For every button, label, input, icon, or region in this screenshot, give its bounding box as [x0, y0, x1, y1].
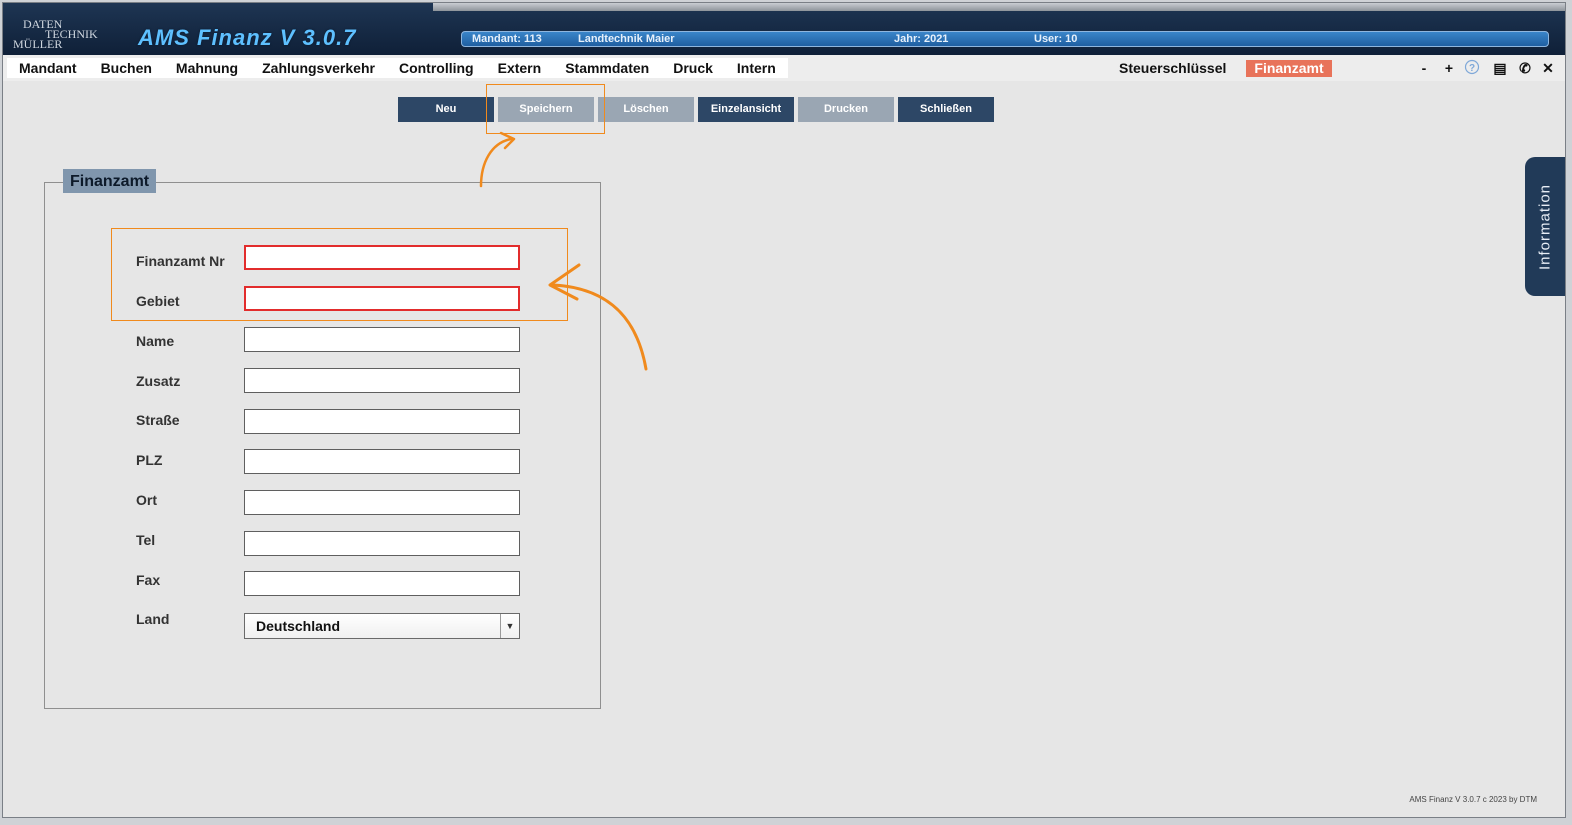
annotation-arrows — [479, 131, 648, 371]
arrow-to-fields-icon-head — [548, 263, 581, 301]
arrow-to-fields-icon — [551, 283, 648, 371]
app-window: DATEN TECHNIK MÜLLER AMS Finanz V 3.0.7 … — [2, 2, 1566, 818]
